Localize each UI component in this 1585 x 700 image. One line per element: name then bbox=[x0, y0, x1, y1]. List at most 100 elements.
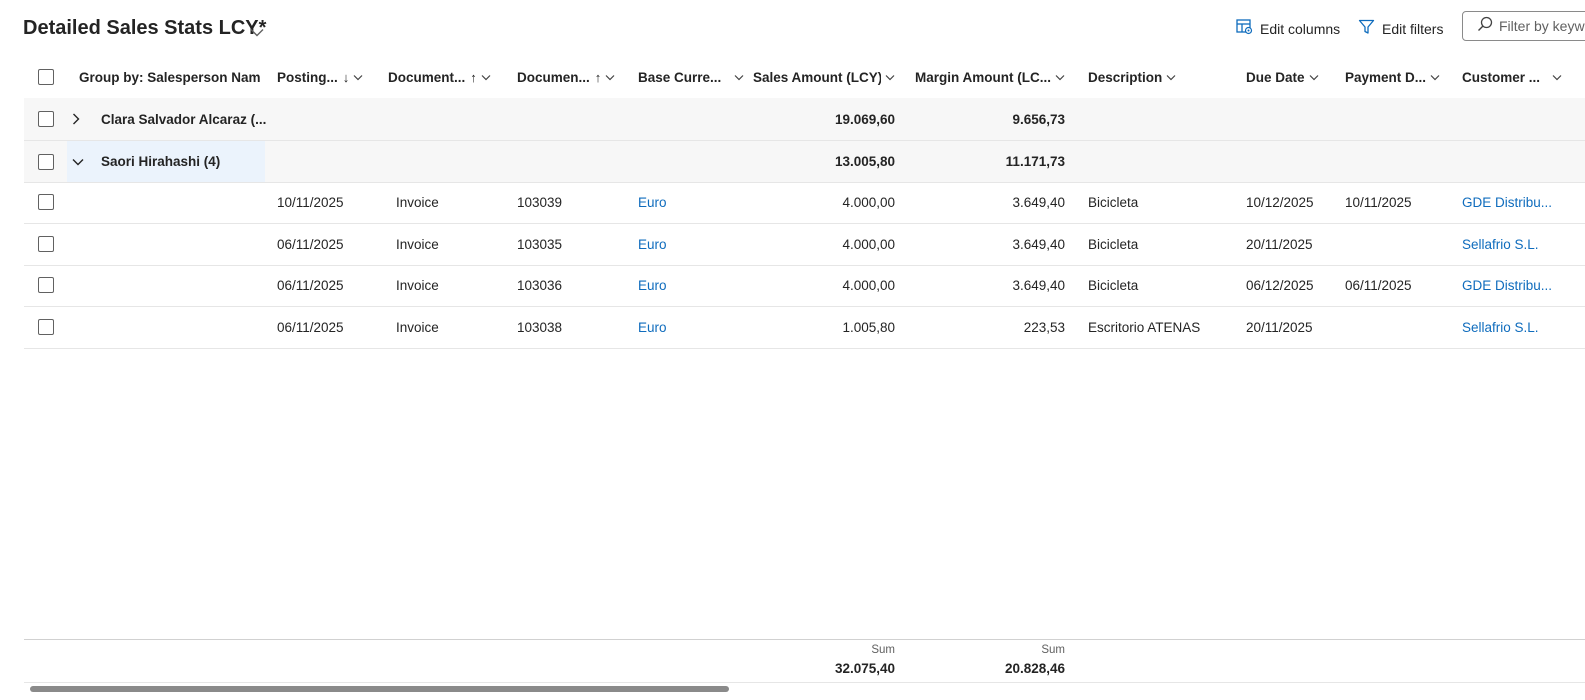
chevron-down-icon bbox=[353, 74, 363, 81]
margin-sum-value: 20.828,46 bbox=[1004, 661, 1065, 676]
row-checkbox[interactable] bbox=[38, 111, 54, 127]
filter-search-box[interactable] bbox=[1462, 11, 1585, 41]
document-type-cell: Invoice bbox=[396, 237, 439, 252]
column-header-group-by[interactable]: Group by: Salesperson Nam bbox=[79, 56, 269, 98]
payment-date-cell bbox=[1345, 224, 1445, 265]
column-header-customer[interactable]: Customer ... bbox=[1462, 56, 1585, 98]
row-checkbox[interactable] bbox=[38, 319, 54, 335]
column-header-label: Document... bbox=[388, 69, 466, 85]
customer-link[interactable]: GDE Distribu... bbox=[1462, 182, 1585, 223]
column-header-label: Documen... bbox=[517, 69, 590, 85]
row-checkbox[interactable] bbox=[38, 194, 54, 210]
grid-header: Group by: Salesperson Nam Posting... ↓ D… bbox=[24, 56, 1585, 99]
edit-columns-button[interactable]: Edit columns bbox=[1236, 19, 1340, 39]
chevron-down-icon bbox=[1309, 74, 1319, 81]
group-row[interactable]: Saori Hirahashi (4) 13.005,80 11.171,73 bbox=[24, 141, 1585, 183]
filter-input[interactable] bbox=[1499, 18, 1585, 34]
column-header-due-date[interactable]: Due Date bbox=[1246, 56, 1341, 98]
edit-columns-label: Edit columns bbox=[1260, 21, 1341, 37]
description-cell: Bicicleta bbox=[1088, 195, 1139, 210]
edit-filters-button[interactable]: Edit filters bbox=[1358, 19, 1443, 39]
payment-date-cell: 06/11/2025 bbox=[1345, 278, 1412, 293]
column-header-label: Description bbox=[1088, 69, 1163, 85]
chevron-down-icon bbox=[1430, 74, 1440, 81]
posting-date-cell: 06/11/2025 bbox=[277, 320, 344, 335]
margin-sum-label: Sum bbox=[1041, 644, 1065, 656]
posting-date-cell: 06/11/2025 bbox=[277, 237, 344, 252]
due-date-cell: 10/12/2025 bbox=[1246, 195, 1314, 210]
document-no-cell: 103036 bbox=[517, 278, 563, 293]
column-header-description[interactable]: Description bbox=[1088, 56, 1238, 98]
due-date-cell: 06/12/2025 bbox=[1246, 278, 1314, 293]
document-type-cell: Invoice bbox=[396, 320, 439, 335]
chevron-down-icon bbox=[885, 74, 895, 81]
group-row[interactable]: Clara Salvador Alcaraz (... 19.069,60 9.… bbox=[24, 98, 1585, 141]
document-no-cell: 103039 bbox=[517, 195, 563, 210]
sales-sum-value: 32.075,40 bbox=[834, 661, 895, 676]
document-no-cell: 103038 bbox=[517, 320, 563, 335]
table-row[interactable]: 06/11/2025 Invoice 103035 Euro 4.000,00 … bbox=[24, 224, 1585, 266]
column-header-margin-amount[interactable]: Margin Amount (LC... bbox=[904, 56, 1065, 98]
totals-footer: Sum 32.075,40 Sum 20.828,46 bbox=[24, 639, 1585, 683]
group-label: Saori Hirahashi (4) bbox=[101, 154, 221, 169]
currency-link[interactable]: Euro bbox=[638, 265, 738, 306]
payment-date-cell: 10/11/2025 bbox=[1345, 195, 1412, 210]
search-icon bbox=[1477, 16, 1493, 37]
edit-filters-label: Edit filters bbox=[1382, 21, 1444, 37]
payment-date-cell bbox=[1345, 307, 1445, 348]
chevron-down-icon bbox=[481, 74, 491, 81]
sort-descending-icon: ↓ bbox=[342, 69, 350, 85]
view-title[interactable]: Detailed Sales Stats LCY* bbox=[23, 17, 266, 40]
currency-link[interactable]: Euro bbox=[638, 182, 738, 223]
column-header-base-currency[interactable]: Base Curre... bbox=[638, 56, 753, 98]
document-type-cell: Invoice bbox=[396, 195, 439, 210]
margin-amount-cell: 3.649,40 bbox=[1012, 278, 1065, 293]
table-row[interactable]: 06/11/2025 Invoice 103036 Euro 4.000,00 … bbox=[24, 265, 1585, 307]
posting-date-cell: 10/11/2025 bbox=[277, 195, 344, 210]
group-label: Clara Salvador Alcaraz (... bbox=[101, 111, 266, 127]
chevron-down-icon[interactable] bbox=[72, 141, 86, 182]
select-all-checkbox[interactable] bbox=[38, 69, 54, 85]
chevron-down-icon bbox=[1166, 74, 1176, 81]
column-header-label: Due Date bbox=[1246, 69, 1305, 85]
column-header-label: Payment D... bbox=[1345, 69, 1427, 85]
row-checkbox[interactable] bbox=[38, 236, 54, 252]
column-header-document-no[interactable]: Documen... ↑ bbox=[517, 56, 637, 98]
column-header-document-type[interactable]: Document... ↑ bbox=[388, 56, 514, 98]
column-header-sales-amount[interactable]: Sales Amount (LCY) bbox=[753, 56, 895, 98]
customer-link[interactable]: GDE Distribu... bbox=[1462, 265, 1585, 306]
group-sales-total: 19.069,60 bbox=[834, 111, 895, 127]
filter-icon bbox=[1358, 18, 1375, 40]
row-checkbox[interactable] bbox=[38, 154, 54, 170]
table-row[interactable]: 10/11/2025 Invoice 103039 Euro 4.000,00 … bbox=[24, 182, 1585, 224]
horizontal-scrollbar[interactable] bbox=[30, 686, 729, 692]
column-header-label: Customer ... bbox=[1462, 69, 1541, 85]
group-margin-total: 9.656,73 bbox=[1012, 111, 1065, 127]
description-cell: Bicicleta bbox=[1088, 237, 1139, 252]
column-header-payment-date[interactable]: Payment D... bbox=[1345, 56, 1445, 98]
column-header-posting-date[interactable]: Posting... ↓ bbox=[277, 56, 387, 98]
margin-amount-cell: 223,53 bbox=[1023, 320, 1065, 335]
margin-amount-cell: 3.649,40 bbox=[1012, 195, 1065, 210]
column-header-label: Base Curre... bbox=[638, 69, 722, 85]
description-cell: Bicicleta bbox=[1088, 278, 1139, 293]
sort-ascending-icon: ↑ bbox=[594, 69, 602, 85]
columns-icon bbox=[1236, 18, 1253, 40]
view-switcher-chevron-icon[interactable] bbox=[250, 24, 264, 42]
posting-date-cell: 06/11/2025 bbox=[277, 278, 344, 293]
currency-link[interactable]: Euro bbox=[638, 307, 738, 348]
customer-link[interactable]: Sellafrio S.L. bbox=[1462, 224, 1585, 265]
sales-amount-cell: 4.000,00 bbox=[842, 278, 895, 293]
row-checkbox[interactable] bbox=[38, 277, 54, 293]
sales-amount-cell: 1.005,80 bbox=[842, 320, 895, 335]
table-row[interactable]: 06/11/2025 Invoice 103038 Euro 1.005,80 … bbox=[24, 307, 1585, 349]
column-header-label: Group by: Salesperson Nam bbox=[79, 69, 261, 85]
chevron-right-icon[interactable] bbox=[72, 98, 86, 140]
currency-link[interactable]: Euro bbox=[638, 224, 738, 265]
due-date-cell: 20/11/2025 bbox=[1246, 320, 1313, 335]
margin-amount-cell: 3.649,40 bbox=[1012, 237, 1065, 252]
chevron-down-icon bbox=[605, 74, 615, 81]
customer-link[interactable]: Sellafrio S.L. bbox=[1462, 307, 1585, 348]
column-header-label: Sales Amount (LCY) bbox=[753, 69, 881, 85]
sales-amount-cell: 4.000,00 bbox=[842, 237, 895, 252]
